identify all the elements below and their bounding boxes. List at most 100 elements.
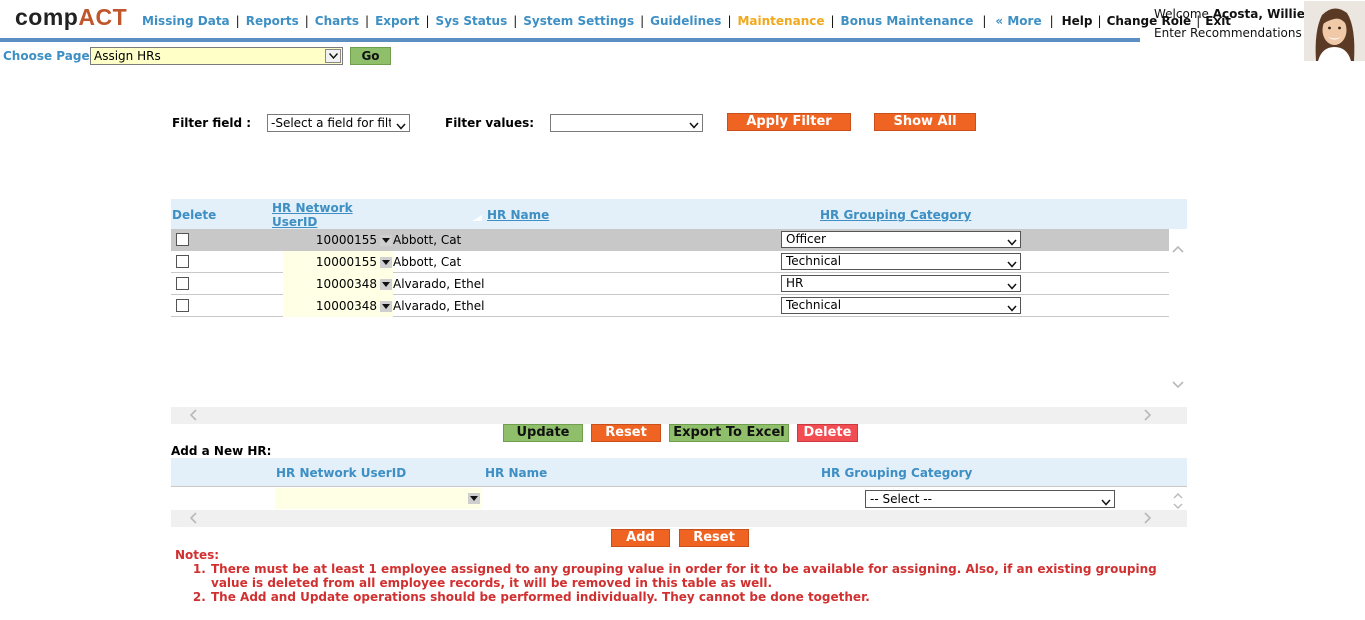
add-reset-button[interactable]: Reset [679,529,749,547]
userid-cell[interactable]: 10000348 [283,273,393,295]
userid-cell[interactable]: 10000155 [283,229,393,251]
col-userid-header[interactable]: HR Network UserID [272,201,353,229]
add-vertical-scrollbar[interactable] [1169,487,1187,510]
nav-maintenance[interactable]: Maintenance [737,14,824,28]
add-userid-input[interactable] [275,488,481,509]
dropdown-arrow-icon [325,49,341,63]
dropdown-arrow-icon[interactable] [380,257,392,268]
category-select[interactable]: Officer [781,231,1021,248]
nav-sys-status[interactable]: Sys Status [436,14,508,28]
add-new-label: Add a New HR: [171,444,272,458]
userid-value: 10000348 [315,299,377,313]
category-value: Technical [786,254,842,268]
filter-values-select[interactable] [550,114,703,132]
scroll-left-icon[interactable] [189,409,197,424]
add-category-value: -- Select -- [870,492,932,506]
user-avatar [1304,1,1365,61]
header-divider [0,38,1140,42]
update-button[interactable]: Update [503,424,583,442]
category-select[interactable]: HR [781,275,1021,292]
grid-horizontal-scrollbar[interactable] [171,407,1187,424]
userid-value: 10000348 [315,277,377,291]
hr-name: Alvarado, Ethel [393,299,485,313]
choose-page-value: Assign HRs [94,49,161,63]
app-logo: compACT [15,4,128,30]
chevron-down-icon [1101,494,1111,510]
nav-missing-data[interactable]: Missing Data [142,14,230,28]
chevron-down-icon [1007,301,1017,316]
reset-button[interactable]: Reset [591,424,661,442]
nav-system-settings[interactable]: System Settings [523,14,634,28]
category-select[interactable]: Technical [781,297,1021,314]
filter-field-select[interactable]: -Select a field for filte [267,114,410,132]
nav-charts[interactable]: Charts [315,14,359,28]
hr-name: Abbott, Cat [393,233,462,247]
sort-arrow-icon [472,210,482,224]
note-item: There must be at least 1 employee assign… [210,562,1170,590]
scroll-left-icon[interactable] [189,512,197,527]
filter-values-label: Filter values: [445,116,535,130]
choose-page-select[interactable]: Assign HRs [90,47,343,65]
col-delete-header: Delete [172,208,217,222]
chevron-down-icon [1007,279,1017,294]
nav-bonus-maintenance[interactable]: Bonus Maintenance [841,14,974,28]
filter-field-label: Filter field : [172,116,252,130]
category-value: Officer [786,232,826,246]
category-select[interactable]: Technical [781,253,1021,270]
col-category-header[interactable]: HR Grouping Category [820,208,971,222]
add-horizontal-scrollbar[interactable] [171,510,1187,527]
chevron-down-icon [396,118,406,131]
show-all-button[interactable]: Show All [874,113,976,131]
dropdown-arrow-icon[interactable] [380,279,392,290]
category-value: Technical [786,298,842,312]
welcome-prefix: Welcome [1154,7,1209,21]
scroll-down-icon[interactable] [1172,379,1184,392]
userid-value: 10000155 [315,233,377,247]
chevron-down-icon [1007,257,1017,272]
export-to-excel-button[interactable]: Export To Excel [669,424,789,442]
dropdown-arrow-icon[interactable] [468,493,480,504]
col-userid-line1: HR Network [272,201,353,215]
go-button[interactable]: Go [350,47,391,65]
row-delete-checkbox[interactable] [176,299,189,312]
scroll-up-icon[interactable] [1172,243,1184,256]
row-delete-checkbox[interactable] [176,277,189,290]
add-category-select[interactable]: -- Select -- [865,490,1115,508]
chevron-down-icon [689,118,699,132]
choose-page-label: Choose Page: [3,49,95,63]
welcome-block: Welcome Acosta, Willie Enter Recommendat… [1154,5,1305,43]
notes-title: Notes: [175,548,220,562]
nav-guidelines[interactable]: Guidelines [650,14,721,28]
hr-name: Alvarado, Ethel [393,277,485,291]
add-col-userid-header: HR Network UserID [276,466,407,480]
user-role: Enter Recommendations [1154,26,1302,40]
scroll-right-icon[interactable] [1144,512,1152,527]
apply-filter-button[interactable]: Apply Filter [727,113,851,131]
filter-field-value: -Select a field for filte [271,116,391,130]
nav-export[interactable]: Export [375,14,419,28]
nav-reports[interactable]: Reports [246,14,299,28]
row-delete-checkbox[interactable] [176,233,189,246]
delete-button[interactable]: Delete [797,424,858,442]
grid-vertical-scrollbar[interactable] [1169,229,1187,407]
userid-cell[interactable]: 10000348 [283,295,393,317]
scroll-right-icon[interactable] [1144,409,1152,424]
nav-help[interactable]: Help [1062,14,1093,28]
main-nav: Missing Data | Reports | Charts | Export | S… [142,14,1232,28]
userid-cell[interactable]: 10000155 [283,251,393,273]
chevron-down-icon [1007,235,1017,250]
category-value: HR [786,276,804,290]
add-col-name-header: HR Name [485,466,548,480]
col-name-header[interactable]: HR Name [487,208,549,222]
add-button[interactable]: Add [611,529,670,547]
hr-name: Abbott, Cat [393,255,462,269]
userid-value: 10000155 [315,255,377,269]
user-name: Acosta, Willie [1212,7,1305,21]
notes-section: Notes: There must be at least 1 employee… [175,548,1170,604]
col-userid-line2: UserID [272,215,318,229]
nav-more[interactable]: « More [995,14,1041,28]
dropdown-arrow-icon[interactable] [380,301,392,312]
row-delete-checkbox[interactable] [176,255,189,268]
add-col-category-header: HR Grouping Category [821,466,973,480]
dropdown-arrow-icon[interactable] [380,235,392,246]
